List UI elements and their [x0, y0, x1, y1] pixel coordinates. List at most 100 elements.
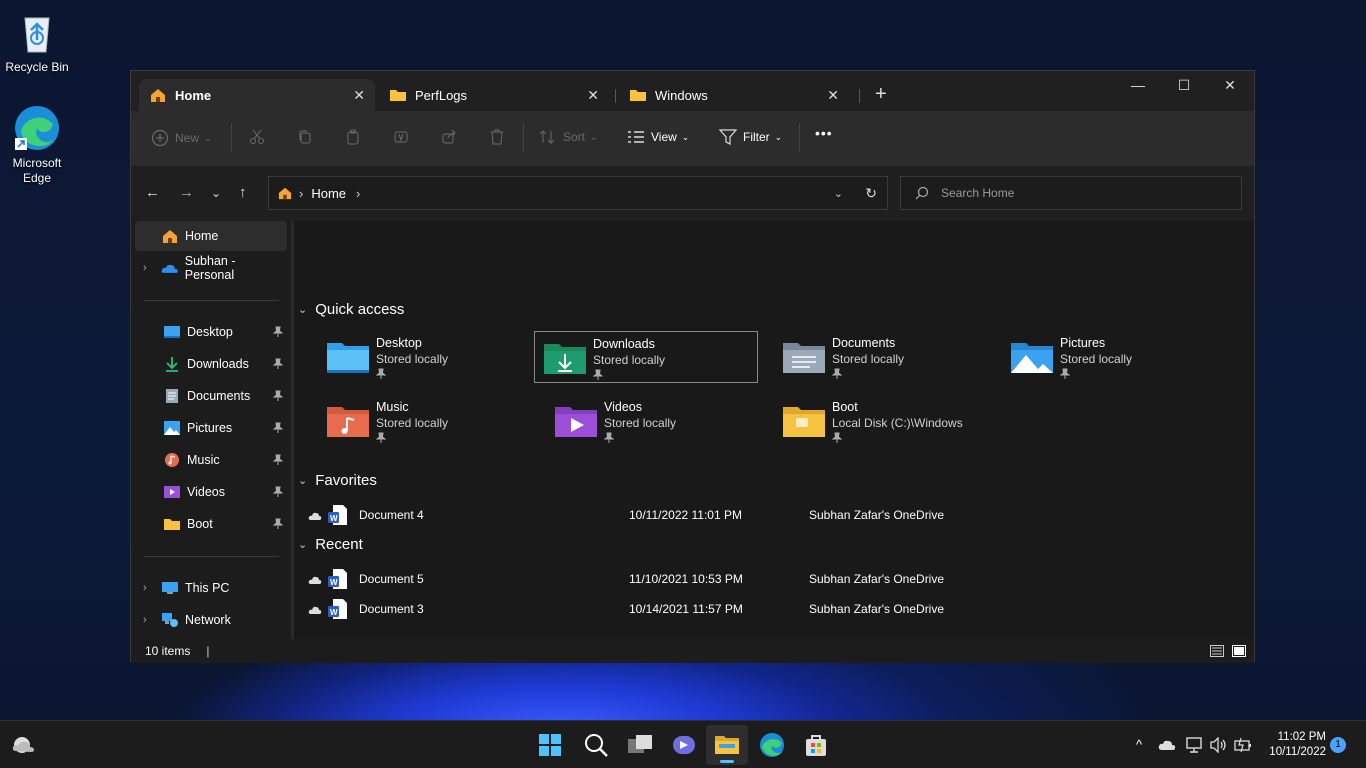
quick-access-desktop[interactable]: Desktop Stored locally	[318, 331, 542, 383]
filter-button[interactable]: Filter ⌄	[719, 129, 782, 145]
pictures-icon	[164, 421, 180, 435]
file-row[interactable]: W Document 3 10/14/2021 11:57 PM Subhan …	[304, 595, 1004, 623]
edge-taskbar-icon[interactable]	[758, 731, 786, 759]
desktop-icon-edge[interactable]: Microsoft Edge	[0, 104, 74, 186]
desktop-icon-recycle-bin[interactable]: Recycle Bin	[0, 8, 74, 74]
tab-home[interactable]: Home ✕	[139, 79, 375, 111]
sidebar-item-home[interactable]: Home	[135, 221, 287, 251]
quick-access-boot[interactable]: Boot Local Disk (C:)\Windows	[774, 395, 1034, 447]
sidebar-item-documents[interactable]: Documents	[135, 381, 287, 411]
view-button[interactable]: View ⌄	[627, 129, 689, 145]
new-tab-button[interactable]: +	[875, 83, 887, 106]
start-button[interactable]	[536, 731, 564, 759]
sidebar-item-music[interactable]: Music	[135, 445, 287, 475]
cloud-icon	[308, 576, 322, 584]
file-row[interactable]: W Document 4 10/11/2022 11:01 PM Subhan …	[304, 501, 1004, 529]
file-explorer-taskbar-button[interactable]	[706, 725, 748, 765]
tile-sub: Stored locally	[832, 352, 905, 366]
onedrive-tray-icon[interactable]	[1158, 739, 1176, 751]
section-title: Favorites	[315, 472, 377, 489]
address-bar[interactable]: › Home › ⌄ ↻	[268, 176, 888, 210]
tab-windows[interactable]: Windows ✕	[619, 79, 849, 111]
share-button[interactable]	[441, 129, 463, 145]
maximize-button[interactable]: ☐	[1161, 77, 1207, 94]
search-icon	[915, 186, 929, 200]
svg-text:W: W	[330, 578, 338, 587]
search-taskbar-icon[interactable]	[582, 731, 610, 759]
quick-access-header[interactable]: ⌄ Quick access	[298, 301, 404, 318]
back-button[interactable]: ←	[145, 184, 160, 201]
file-row[interactable]: W Document 5 11/10/2021 10:53 PM Subhan …	[304, 565, 1004, 593]
quick-access-documents[interactable]: Documents Stored locally	[774, 331, 998, 383]
downloads-icon	[166, 357, 178, 372]
navigation-pane: Home › Subhan - Personal Desktop Downloa…	[131, 221, 291, 639]
file-location: Subhan Zafar's OneDrive	[809, 508, 945, 522]
minimize-button[interactable]: —	[1115, 77, 1161, 93]
network-tray-icon[interactable]	[1186, 737, 1204, 753]
weather-icon[interactable]	[10, 731, 38, 759]
quick-access-downloads[interactable]: Downloads Stored locally	[534, 331, 758, 383]
videos-icon	[164, 486, 180, 498]
close-window-button[interactable]: ✕	[1207, 77, 1253, 94]
address-dropdown-icon[interactable]: ⌄	[834, 187, 843, 200]
quick-access-videos[interactable]: Videos Stored locally	[546, 395, 770, 447]
search-box[interactable]: Search Home	[900, 176, 1242, 210]
rename-icon	[394, 131, 408, 143]
teams-chat-icon[interactable]	[670, 731, 698, 759]
sidebar-item-onedrive[interactable]: Subhan - Personal	[135, 253, 287, 283]
tab-perflogs[interactable]: PerfLogs ✕	[379, 79, 609, 111]
sidebar-item-network[interactable]: Network	[135, 605, 287, 635]
recent-locations-button[interactable]: ⌄	[211, 186, 221, 200]
folder-icon	[630, 90, 646, 101]
rename-button[interactable]	[393, 129, 415, 145]
volume-icon[interactable]	[1210, 737, 1228, 753]
store-taskbar-icon[interactable]	[802, 731, 830, 759]
clock-time: 11:02 PM	[1277, 731, 1326, 743]
favorites-header[interactable]: ⌄ Favorites	[298, 472, 377, 489]
refresh-icon[interactable]: ↻	[865, 185, 877, 202]
sidebar-item-videos[interactable]: Videos	[135, 477, 287, 507]
home-icon	[278, 187, 292, 200]
see-more-button[interactable]: •••	[815, 125, 833, 141]
delete-button[interactable]	[489, 129, 511, 145]
copy-icon	[299, 130, 311, 144]
paste-button[interactable]	[345, 129, 367, 145]
close-tab-icon[interactable]: ✕	[587, 87, 599, 104]
sidebar-item-label: Desktop	[187, 325, 233, 339]
sidebar-item-this-pc[interactable]: This PC	[135, 573, 287, 603]
pin-icon	[1059, 368, 1071, 379]
sidebar-item-desktop[interactable]: Desktop	[135, 317, 287, 347]
quick-access-music[interactable]: Music Stored locally	[318, 395, 542, 447]
recycle-bin-icon	[13, 8, 61, 56]
sort-icon	[539, 130, 555, 144]
tiles-view-icon[interactable]	[1232, 645, 1246, 657]
notification-badge[interactable]: 1	[1330, 737, 1346, 753]
up-button[interactable]: ↑	[239, 184, 247, 201]
tile-name: Boot	[832, 400, 858, 414]
close-tab-icon[interactable]: ✕	[353, 87, 365, 104]
details-view-icon[interactable]	[1210, 645, 1224, 657]
sidebar-item-downloads[interactable]: Downloads	[135, 349, 287, 379]
breadcrumb-home[interactable]: Home	[311, 186, 346, 201]
pin-icon	[273, 518, 283, 529]
new-label: New	[175, 131, 200, 145]
tile-sub: Local Disk (C:)\Windows	[832, 416, 963, 430]
sidebar-item-pictures[interactable]: Pictures	[135, 413, 287, 443]
sidebar-item-label: Subhan - Personal	[184, 254, 236, 282]
system-clock[interactable]: 11:02 PM 10/11/2022	[1262, 730, 1326, 760]
file-explorer-icon	[715, 736, 739, 754]
new-button[interactable]: New ⌄	[151, 129, 212, 147]
task-view-icon[interactable]	[626, 731, 654, 759]
battery-icon[interactable]	[1234, 737, 1252, 753]
pin-icon	[273, 486, 283, 497]
quick-access-pictures[interactable]: Pictures Stored locally	[1002, 331, 1226, 383]
plus-circle-icon	[151, 129, 169, 147]
cut-button[interactable]	[249, 129, 271, 145]
forward-button[interactable]: →	[179, 184, 194, 201]
show-hidden-icons-chevron[interactable]: ^	[1136, 737, 1142, 752]
sort-button[interactable]: Sort ⌄	[539, 129, 598, 145]
close-tab-icon[interactable]: ✕	[827, 87, 839, 104]
recent-header[interactable]: ⌄ Recent	[298, 536, 363, 553]
sidebar-item-boot[interactable]: Boot	[135, 509, 287, 539]
copy-button[interactable]	[297, 129, 319, 145]
